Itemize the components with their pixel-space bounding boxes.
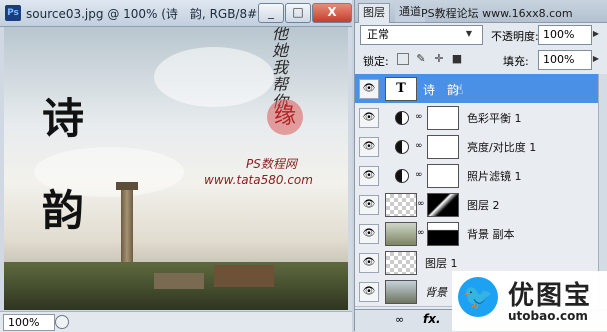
panel-watermark-text: PS教程论坛 www.16xx8.com — [421, 7, 573, 20]
layer-name[interactable]: 色彩平衡 1 — [467, 110, 522, 126]
link-layers-icon[interactable]: ∞ — [395, 313, 404, 326]
logo-text: 优图宝 — [508, 281, 593, 311]
adjustment-icon — [395, 111, 409, 125]
watermark-url: www.tata580.com — [204, 173, 313, 187]
chevron-down-icon[interactable]: ▼ — [464, 25, 474, 43]
artwork-char-yun: 韵 — [42, 186, 85, 235]
image-canvas[interactable]: 诗 韵 他她我帮你 缘 PS数程网 www.tata580.com — [4, 27, 348, 310]
text-layer-thumbnail: T — [385, 77, 417, 101]
adjustment-icon — [395, 169, 409, 183]
mask-thumbnail — [427, 222, 459, 246]
mask-thumbnail — [427, 164, 459, 188]
layer-row[interactable]: 👁 ∞ 背景 副本 — [355, 219, 598, 249]
lock-transparent-icon[interactable] — [397, 53, 409, 65]
fill-label: 填充: — [503, 55, 529, 68]
layer-row[interactable]: 👁 ∞ 色彩平衡 1 — [355, 103, 598, 133]
layer-name[interactable]: 诗 韵 — [423, 81, 459, 98]
document-window: Ps source03.jpg @ 100% (诗 韵, RGB/8#)* _ … — [0, 0, 352, 332]
chain-link-icon: ∞ — [415, 170, 423, 180]
chain-link-icon: ∞ — [417, 228, 425, 238]
chain-link-icon: ∞ — [417, 199, 425, 209]
eye-icon[interactable]: 👁 — [359, 79, 379, 99]
layer-name[interactable]: 图层 1 — [425, 255, 458, 271]
layer-name[interactable]: 图层 2 — [467, 197, 500, 213]
fill-arrow-icon[interactable]: ▶ — [591, 50, 601, 68]
eye-icon[interactable]: 👁 — [359, 195, 379, 215]
close-button[interactable]: X — [312, 3, 352, 23]
layer-row[interactable]: 👁 ∞ 照片滤镜 1 — [355, 161, 598, 191]
eye-icon[interactable]: 👁 — [359, 108, 379, 128]
chain-link-icon: ∞ — [415, 112, 423, 122]
document-title-bar[interactable]: Ps source03.jpg @ 100% (诗 韵, RGB/8#)* _ … — [0, 0, 352, 27]
opacity-arrow-icon[interactable]: ▶ — [591, 25, 601, 43]
site-logo-badge: 🐦 优图宝 utobao.com — [452, 271, 607, 331]
calligraphy-text: 他她我帮你 — [272, 27, 289, 110]
red-seal: 缘 — [267, 99, 303, 135]
lock-all-icon[interactable]: ■ — [451, 53, 463, 65]
layer-thumbnail — [385, 222, 417, 246]
lock-brush-icon[interactable]: ✎ — [415, 53, 427, 65]
artwork-char-shi: 诗 — [42, 94, 85, 143]
restore-button[interactable]: □ — [285, 3, 311, 23]
fill-field[interactable]: 100% — [538, 50, 592, 70]
eye-icon[interactable]: 👁 — [359, 253, 379, 273]
document-title: source03.jpg @ 100% (诗 韵, RGB/8#)* — [26, 7, 268, 21]
layer-thumbnail — [385, 280, 417, 304]
pavilion-shape — [214, 265, 274, 287]
mask-thumbnail — [427, 135, 459, 159]
layer-name[interactable]: 背景 — [425, 284, 447, 300]
layer-row[interactable]: 👁 ∞ 亮度/对比度 1 — [355, 132, 598, 162]
eye-icon[interactable]: 👁 — [359, 166, 379, 186]
blend-row: 正常 ▼ 不透明度: 100% ▶ — [355, 23, 607, 47]
opacity-field[interactable]: 100% — [538, 25, 592, 45]
mask-thumbnail — [427, 193, 459, 217]
monument-cap-shape — [116, 182, 138, 190]
lock-row: 锁定: ✎ ✛ ■ 填充: 100% ▶ — [355, 48, 607, 72]
eye-icon[interactable]: 👁 — [359, 224, 379, 244]
zoom-level-field[interactable]: 100% — [3, 314, 55, 331]
mask-thumbnail — [427, 106, 459, 130]
building-shape — [154, 273, 204, 289]
photoshop-app-icon: Ps — [5, 5, 21, 21]
eye-icon[interactable]: 👁 — [359, 137, 379, 157]
chain-link-icon: ∞ — [415, 141, 423, 151]
layer-row[interactable]: 👁 T 诗 韵 ☝ — [355, 74, 598, 104]
layer-thumbnail — [385, 251, 417, 275]
eye-icon[interactable]: 👁 — [359, 282, 379, 302]
bird-icon: 🐦 — [458, 277, 498, 317]
panel-tab-bar: 图层 通道 PS教程论坛 www.16xx8.com — [355, 0, 607, 23]
adjustment-icon — [395, 140, 409, 154]
logo-url: utobao.com — [508, 309, 588, 323]
hand-cursor-icon: ☝ — [455, 82, 464, 98]
layer-name[interactable]: 背景 副本 — [467, 226, 515, 242]
fx-button[interactable]: fx. — [423, 312, 441, 326]
opacity-label: 不透明度: — [491, 30, 539, 43]
tab-layers[interactable]: 图层 — [358, 3, 390, 23]
document-status-bar: 100% — [0, 311, 352, 332]
layer-name[interactable]: 亮度/对比度 1 — [467, 139, 536, 155]
layer-thumbnail — [385, 193, 417, 217]
minimize-button[interactable]: _ — [258, 3, 284, 23]
layer-name[interactable]: 照片滤镜 1 — [467, 168, 522, 184]
lock-move-icon[interactable]: ✛ — [433, 53, 445, 65]
cloud-shape — [154, 47, 274, 107]
watermark-cn: PS数程网 — [246, 157, 297, 171]
lock-label: 锁定: — [363, 55, 389, 68]
layer-row[interactable]: 👁 ∞ 图层 2 — [355, 190, 598, 220]
status-menu-icon[interactable] — [55, 315, 69, 329]
